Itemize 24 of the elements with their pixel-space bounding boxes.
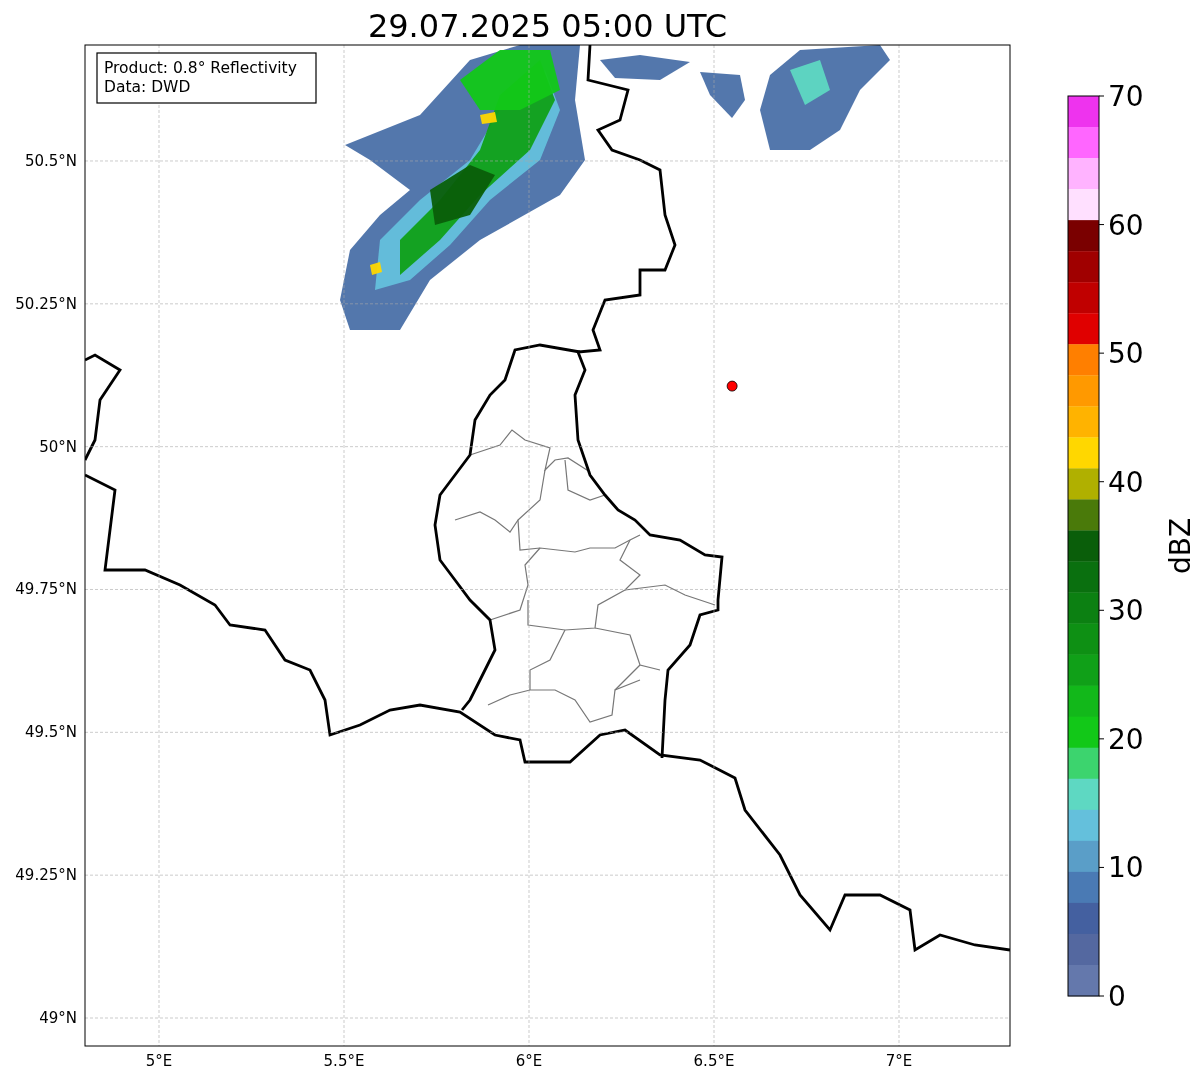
colorbar-tick-label: 60 [1108,208,1144,242]
axis-tick-label: 49°N [39,1009,77,1027]
axis-tick-label: 6°E [515,1052,543,1070]
colorbar-tick-label: 70 [1108,80,1144,113]
axis-tick-label: 49.75°N [15,580,77,599]
colorbar-tick-label: 0 [1108,980,1126,1013]
colorbar-tick-label: 40 [1108,465,1144,499]
axis-tick-label: 50.25°N [15,294,77,313]
axis-tick-label: 6.5°E [693,1052,735,1070]
axis-tick-label: 49.25°N [15,866,77,885]
info-text: Data: DWD [104,78,191,96]
colorbar-tick-label: 20 [1108,722,1144,756]
axis-tick-label: 49.5°N [24,723,77,742]
axis-tick-label: 7°E [885,1052,913,1070]
colorbar-tick-label: 30 [1108,594,1144,628]
colorbar-label: dBZ [1164,517,1197,575]
colorbar-tick-label: 50 [1108,337,1144,371]
axis-tick-label: 50.5°N [24,152,77,170]
colorbar-tick-label: 10 [1108,851,1144,885]
info-text: Product: 0.8° Reflectivity [104,59,297,77]
chart-title: 29.07.2025 05:00 UTC [367,7,728,45]
axis-tick-label: 5°E [145,1052,173,1070]
axis-tick-label: 50°N [39,437,77,456]
axis-tick-label: 5.5°E [323,1052,365,1070]
